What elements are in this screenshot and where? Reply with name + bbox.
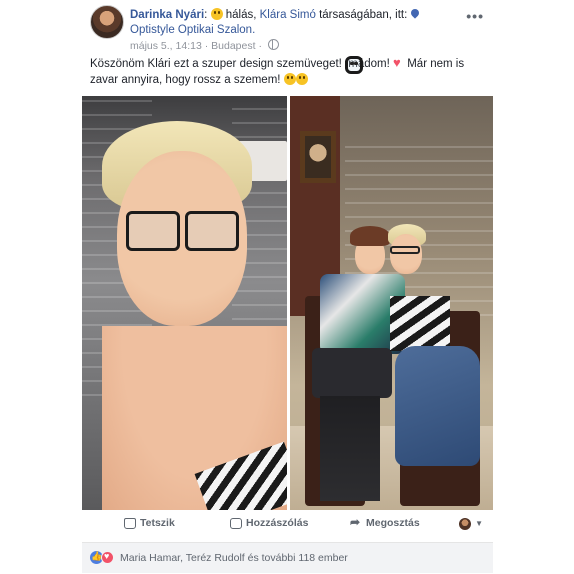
thumbs-up-icon xyxy=(124,517,136,529)
like-button[interactable]: Tetszik xyxy=(124,517,175,529)
dark-skirt xyxy=(312,348,392,398)
reactor-avatar[interactable] xyxy=(459,518,471,530)
post-timestamp[interactable]: május 5., 14:13 xyxy=(130,40,202,52)
post-text: Köszönöm Klári ezt a szuper design szemü… xyxy=(90,55,486,88)
share-label: Megosztás xyxy=(366,517,420,529)
post-location[interactable]: Budapest xyxy=(211,40,255,52)
sparkling-heart-icon xyxy=(393,55,404,71)
glasses-right-lens xyxy=(185,211,239,251)
smiling-face-icon xyxy=(210,8,223,20)
post-header: Darinka Nyári: hálás, Klára Simó társasá… xyxy=(90,5,490,52)
comment-icon xyxy=(230,517,242,529)
globe-icon[interactable] xyxy=(267,39,279,50)
hair xyxy=(350,226,390,246)
kissing-face-icon xyxy=(295,73,308,85)
tagged-friend-link[interactable]: Klára Simó xyxy=(260,9,316,21)
reactions-summary: Maria Hamar, Teréz Rudolf és további 118… xyxy=(82,542,493,573)
glasses xyxy=(390,246,420,254)
more-options-button[interactable]: ••• xyxy=(466,8,484,24)
comment-button[interactable]: Hozzászólás xyxy=(230,517,308,529)
sunglasses-face-icon xyxy=(345,56,364,74)
blue-jeans xyxy=(395,346,480,466)
post-photo-selfie[interactable] xyxy=(82,96,287,510)
author-name[interactable]: Darinka Nyári xyxy=(130,9,204,21)
face xyxy=(390,234,422,274)
legs-stockings xyxy=(320,396,380,501)
post-actions: Tetszik Hozzászólás Megosztás ▼ xyxy=(82,513,493,535)
chevron-down-icon[interactable]: ▼ xyxy=(475,519,483,528)
author-avatar[interactable] xyxy=(90,5,124,39)
framed-portrait xyxy=(300,131,336,183)
post-headline: Darinka Nyári: hálás, Klára Simó társasá… xyxy=(130,8,460,38)
share-icon xyxy=(350,515,362,529)
share-button[interactable]: Megosztás xyxy=(350,515,420,530)
smiling-face-icon xyxy=(283,73,296,85)
striped-top xyxy=(390,296,450,351)
post-card: Darinka Nyári: hálás, Klára Simó társasá… xyxy=(82,0,493,574)
with-suffix: társaságában, itt: xyxy=(319,9,408,21)
like-label: Tetszik xyxy=(140,517,175,529)
reactors-text[interactable]: Maria Hamar, Teréz Rudolf és további 118… xyxy=(120,552,348,564)
love-reaction-icon xyxy=(101,551,114,564)
glasses-left-lens xyxy=(126,211,180,251)
feeling-text: hálás, xyxy=(225,9,257,21)
post-text-part1: Köszönöm Klári ezt a szuper design szemü… xyxy=(90,58,342,70)
place-link[interactable]: Optistyle Optikai Szalon. xyxy=(130,24,255,36)
comment-label: Hozzászólás xyxy=(246,517,309,529)
post-photo-duo[interactable] xyxy=(290,96,493,510)
post-meta: május 5., 14:13 · Budapest · xyxy=(130,39,279,52)
location-pin-icon xyxy=(411,9,419,19)
meta-separator: · xyxy=(258,40,262,52)
meta-separator: · xyxy=(204,40,209,52)
